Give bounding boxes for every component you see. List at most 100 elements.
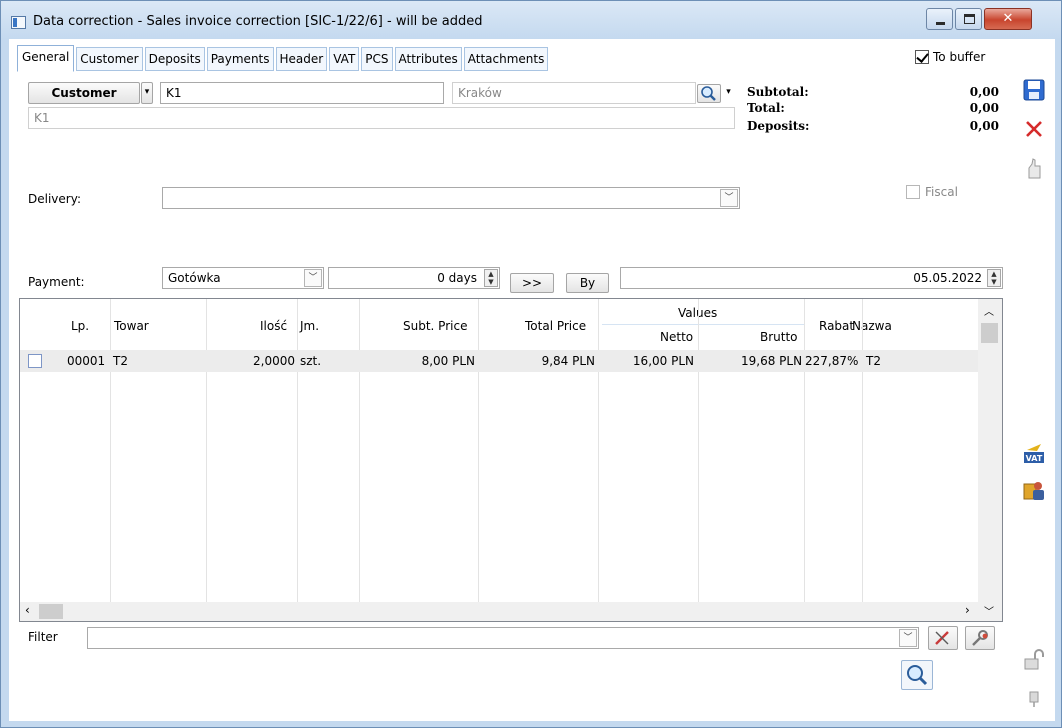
filter-input[interactable]: ﹀ [87,627,919,649]
horizontal-scrollbar[interactable]: ‹ › ﹀ [20,602,1002,621]
header-rabat[interactable]: Rabat [819,319,854,333]
customer-code-field[interactable]: K1 [160,82,444,104]
header-subt-price[interactable]: Subt. Price [403,319,467,333]
wrench-icon [972,630,988,646]
vat-button[interactable]: VAT [1022,441,1046,465]
scroll-up-icon[interactable]: ︿ [984,303,994,318]
scroll-left-icon[interactable]: ‹ [25,603,30,617]
contractor-button[interactable] [1022,478,1046,502]
filter-label: Filter [28,630,58,644]
header-brutto[interactable]: Brutto [760,330,798,344]
cell-brutto: 19,68 PLN [741,354,803,368]
column-divider [297,299,298,602]
header-lp[interactable]: Lp. [71,319,89,333]
tab-deposits[interactable]: Deposits [144,47,205,71]
column-divider [359,299,360,602]
title-bar[interactable]: Data correction - Sales invoice correcti… [1,1,1061,39]
payment-date-value: 05.05.2022 [913,271,982,285]
maximize-icon [964,14,975,24]
deposits-value: 0,00 [969,119,999,133]
unlock-button[interactable] [1022,648,1046,672]
maximize-button[interactable] [955,8,982,30]
cell-jm: szt. [300,354,322,368]
to-buffer-label: To buffer [933,50,986,64]
column-divider [862,299,863,602]
payment-method-select[interactable]: Gotówka ﹀ [162,267,324,289]
total-label: Total: [747,101,785,115]
tab-header[interactable]: Header [275,47,328,71]
payment-method-value: Gotówka [168,271,221,285]
cell-rabat: 227,87% [805,354,859,368]
row-checkbox[interactable] [28,354,42,368]
minimize-button[interactable] [926,8,953,30]
payment-date-field[interactable]: 05.05.2022 ▲ ▼ [620,267,1003,289]
clear-filter-icon [935,631,949,645]
by-button[interactable]: By [566,273,609,293]
search-icon [907,665,928,686]
search-icon [701,86,716,101]
tab-payments[interactable]: Payments [206,47,274,71]
customer-lookup-button[interactable] [697,84,721,103]
customer-name-field[interactable]: K1 [28,107,735,129]
fiscal-toggle[interactable]: Fiscal [906,185,958,199]
search-button[interactable] [901,660,933,690]
fiscal-label: Fiscal [925,185,958,199]
clear-filter-button[interactable] [928,626,958,650]
main-window: Data correction - Sales invoice correcti… [0,0,1062,728]
filter-settings-button[interactable] [965,626,995,650]
payment-days-value: 0 days [437,271,477,285]
cancel-button[interactable] [1022,117,1046,141]
to-buffer-checkbox[interactable] [915,50,929,64]
save-button[interactable] [1022,78,1046,102]
total-value: 0,00 [969,101,999,115]
chevron-down-icon[interactable]: ﹀ [899,629,917,647]
close-icon [1026,121,1042,137]
header-towar[interactable]: Towar [114,319,149,333]
customer-button[interactable]: Customer [28,82,140,104]
chevron-down-icon[interactable]: ﹀ [720,189,738,207]
days-spinner[interactable]: ▲ ▼ [484,269,498,287]
header-total-price[interactable]: Total Price [525,319,586,333]
close-button[interactable]: ✕ [984,8,1032,30]
lookup-dropdown-arrow[interactable]: ▾ [723,84,734,103]
horizontal-scroll-thumb[interactable] [39,604,63,619]
payment-label: Payment: [28,275,85,289]
approve-hand-icon [1028,158,1041,179]
scroll-down-icon[interactable]: ﹀ [984,603,994,618]
payment-days-field[interactable]: 0 days ▲ ▼ [328,267,500,289]
vertical-scrollbar[interactable]: ︿ [978,299,1002,602]
customer-dropdown-arrow[interactable]: ▾ [141,82,153,104]
tab-pcs[interactable]: PCS [361,47,393,71]
table-row[interactable]: 00001 T2 2,0000 szt. 8,00 PLN 9,84 PLN 1… [20,350,978,372]
to-buffer-toggle[interactable]: To buffer [915,50,985,64]
save-icon [1023,79,1045,101]
header-ilosc[interactable]: Ilość [260,319,287,333]
tab-attributes[interactable]: Attributes [394,47,462,71]
scroll-right-icon[interactable]: › [965,603,970,617]
approve-button[interactable] [1022,157,1046,181]
cell-lp: 00001 [67,354,106,368]
header-netto[interactable]: Netto [660,330,693,344]
forward-button[interactable]: >> [510,273,554,293]
svg-text:VAT: VAT [1026,454,1043,463]
column-divider [804,299,805,602]
minimize-icon [936,22,945,25]
pin-button[interactable] [1022,686,1046,710]
subtotal-value: 0,00 [969,85,999,99]
date-spinner[interactable]: ▲ ▼ [987,269,1001,287]
tab-general[interactable]: General [17,45,75,72]
fiscal-checkbox[interactable] [906,185,920,199]
customer-city-field[interactable]: Kraków [452,82,696,104]
delivery-select[interactable]: ﹀ [162,187,740,209]
vertical-scroll-thumb[interactable] [981,323,998,343]
header-jm[interactable]: Jm. [300,319,319,333]
column-divider [478,299,479,602]
person-card-icon [1023,482,1044,500]
chevron-down-icon[interactable]: ﹀ [304,269,322,287]
tab-customer[interactable]: Customer [76,47,143,71]
delivery-label: Delivery: [28,192,81,206]
tab-vat[interactable]: VAT [329,47,360,71]
header-nazwa[interactable]: Nazwa [852,319,892,333]
tab-attachments[interactable]: Attachments [463,47,549,71]
deposits-label: Deposits: [747,119,810,133]
